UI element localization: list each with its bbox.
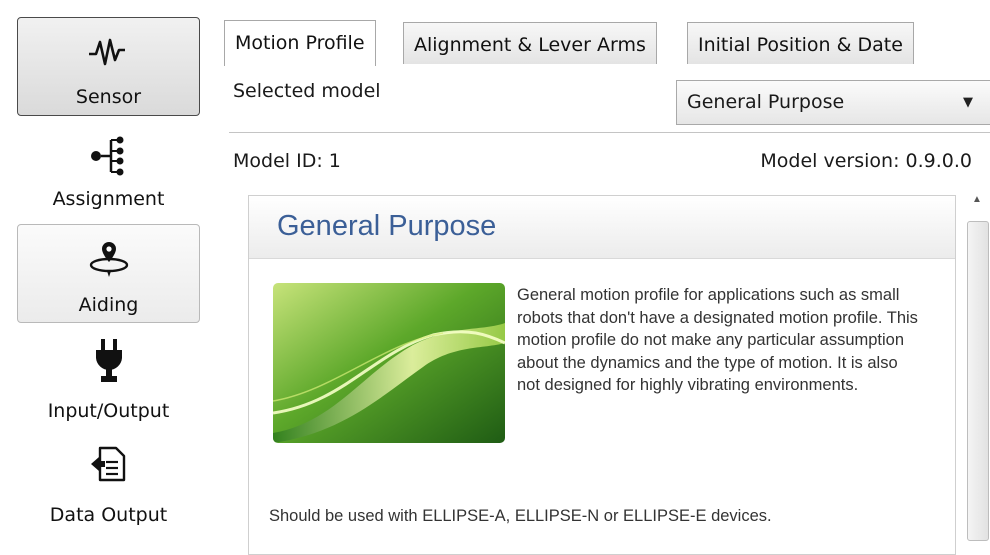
plug-icon: [94, 338, 124, 389]
model-select[interactable]: General Purpose ▼: [676, 80, 990, 125]
profile-compatibility-note: Should be used with ELLIPSE-A, ELLIPSE-N…: [269, 507, 772, 525]
sidebar-item-label: Data Output: [49, 504, 168, 526]
location-orbit-icon: [87, 239, 131, 284]
sidebar-item-label: Sensor: [75, 86, 142, 108]
hierarchy-icon: [89, 135, 129, 182]
model-version: Model version: 0.9.0.0: [760, 150, 972, 172]
sidebar: Sensor Assignment Aiding Input/Output Da…: [0, 0, 212, 536]
selected-model-label: Selected model: [233, 80, 381, 102]
chevron-down-icon[interactable]: ▼: [963, 81, 973, 124]
sidebar-item-label: Aiding: [78, 294, 139, 316]
sidebar-item-assignment[interactable]: Assignment: [17, 130, 200, 220]
sidebar-item-label: Input/Output: [47, 400, 170, 422]
waveform-icon: [87, 36, 131, 73]
scrollbar-thumb[interactable]: [967, 221, 989, 541]
profile-description-panel: General Purpose General motion profile f…: [248, 195, 956, 555]
tab-motion-profile[interactable]: Motion Profile: [224, 20, 376, 66]
model-id: Model ID: 1: [233, 150, 341, 172]
sidebar-item-aiding[interactable]: Aiding: [17, 224, 200, 323]
sidebar-item-data-output[interactable]: Data Output: [17, 440, 200, 536]
sidebar-item-label: Assignment: [52, 188, 165, 210]
tab-initial-position-date[interactable]: Initial Position & Date: [687, 22, 914, 64]
profile-description: General motion profile for applications …: [517, 286, 918, 395]
model-select-value: General Purpose: [687, 91, 845, 113]
vertical-scrollbar[interactable]: ▲: [964, 185, 990, 541]
document-export-icon: [90, 444, 128, 489]
sidebar-item-sensor[interactable]: Sensor: [17, 17, 200, 116]
profile-title: General Purpose: [277, 210, 497, 242]
sidebar-item-input-output[interactable]: Input/Output: [17, 330, 200, 430]
panel-header: General Purpose: [249, 196, 955, 259]
scroll-up-icon[interactable]: ▲: [964, 185, 990, 215]
tab-alignment-lever-arms[interactable]: Alignment & Lever Arms: [403, 22, 657, 64]
separator: [229, 132, 990, 133]
